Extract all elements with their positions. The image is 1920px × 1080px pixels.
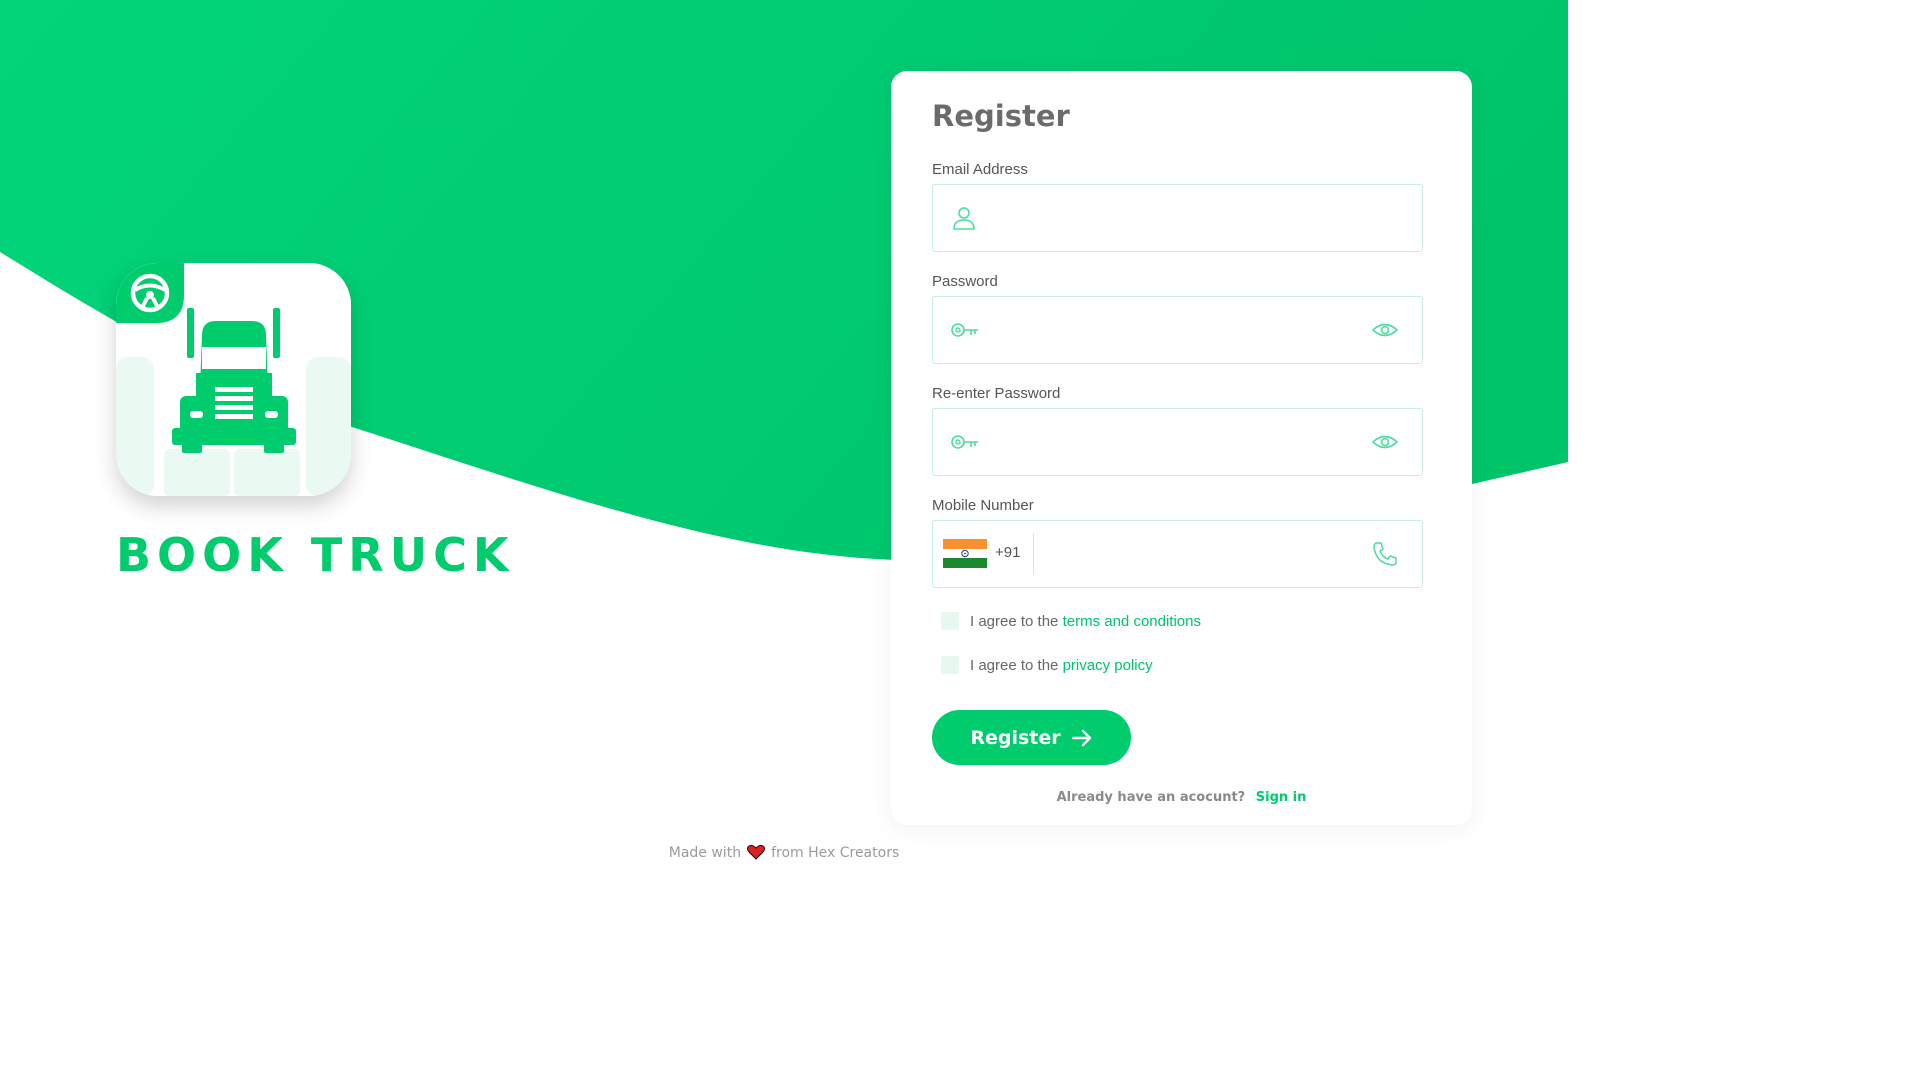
dial-code[interactable]: +91 <box>995 544 1020 561</box>
terms-text: I agree to the terms and conditions <box>970 613 1201 630</box>
terms-row: I agree to the terms and conditions <box>941 612 1201 630</box>
heart-icon <box>747 844 766 860</box>
footer-made-with: Made with <box>668 845 742 861</box>
signin-prompt: Already have an acocunt? <box>1056 790 1246 805</box>
page-title: Register <box>932 99 1070 133</box>
terms-checkbox[interactable] <box>941 612 959 630</box>
password-field-container <box>932 296 1423 364</box>
brand-name: BOOK TRUCK <box>116 528 515 582</box>
footer: Made with from Hex Creators <box>0 844 1568 861</box>
privacy-text: I agree to the privacy policy <box>970 657 1153 674</box>
register-button[interactable]: Register <box>932 710 1131 765</box>
key-icon <box>951 435 978 449</box>
confirm-password-input[interactable] <box>993 409 1357 475</box>
eye-icon[interactable] <box>1370 315 1400 345</box>
user-icon <box>953 207 975 230</box>
confirm-password-field-container <box>932 408 1423 476</box>
password-input[interactable] <box>993 297 1357 363</box>
register-card: Register Email Address Password Re-enter… <box>891 71 1472 825</box>
signin-row: Already have an acocunt? Sign in <box>891 790 1472 805</box>
eye-icon[interactable] <box>1370 427 1400 457</box>
mobile-input[interactable] <box>1051 521 1355 587</box>
email-input[interactable] <box>993 185 1357 251</box>
key-icon <box>951 323 978 337</box>
signin-link[interactable]: Sign in <box>1256 790 1307 805</box>
register-button-label: Register <box>970 726 1061 749</box>
phone-icon <box>1373 542 1397 566</box>
footer-from: from Hex Creators <box>771 845 900 861</box>
mobile-label: Mobile Number <box>932 497 1034 514</box>
privacy-link[interactable]: privacy policy <box>1063 657 1153 674</box>
privacy-checkbox[interactable] <box>941 656 959 674</box>
india-flag-icon[interactable] <box>943 539 987 568</box>
email-label: Email Address <box>932 161 1028 178</box>
confirm-password-label: Re-enter Password <box>932 385 1061 402</box>
phone-divider <box>1033 533 1034 575</box>
mobile-field-container: +91 <box>932 520 1423 588</box>
password-label: Password <box>932 273 998 290</box>
terms-link[interactable]: terms and conditions <box>1063 613 1201 630</box>
privacy-row: I agree to the privacy policy <box>941 656 1153 674</box>
privacy-prefix: I agree to the <box>970 656 1059 674</box>
terms-prefix: I agree to the <box>970 612 1059 630</box>
email-field-container <box>932 184 1423 252</box>
arrow-right-icon <box>1071 729 1091 746</box>
app-logo <box>116 263 351 496</box>
